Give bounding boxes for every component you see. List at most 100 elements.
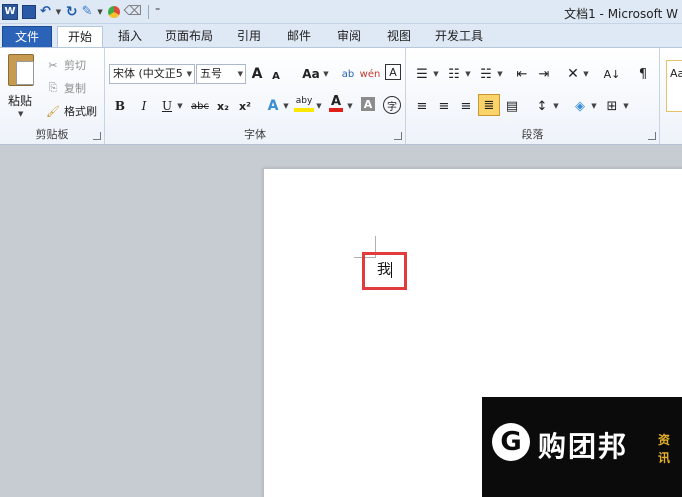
- font-size-combo[interactable]: 五号 ▼: [196, 64, 246, 84]
- save-icon[interactable]: [22, 5, 36, 19]
- watermark-sub-2: 讯: [658, 451, 671, 465]
- align-center-icon[interactable]: ≡: [436, 96, 452, 116]
- word-app-icon[interactable]: W: [2, 4, 18, 20]
- highlight-button[interactable]: aby: [294, 94, 314, 112]
- clipboard-group: 粘贴 ▼ ✂ 剪切 ⎘ 复制 🖌 格式刷 剪贴板: [0, 48, 105, 144]
- character-border-button[interactable]: A: [385, 64, 401, 80]
- color-circle-icon[interactable]: [107, 6, 120, 18]
- change-case-dropdown-icon[interactable]: ▼: [322, 64, 330, 84]
- tab-developer[interactable]: 开发工具: [428, 26, 490, 48]
- tab-references[interactable]: 引用: [228, 26, 270, 48]
- undo-icon[interactable]: ↶: [40, 4, 51, 20]
- highlight-dropdown-icon[interactable]: ▼: [315, 96, 323, 116]
- cut-label: 剪切: [64, 59, 86, 72]
- font-color-button[interactable]: A: [329, 94, 343, 112]
- numbering-icon[interactable]: ☷: [446, 64, 462, 84]
- paragraph-group-label: 段落: [521, 128, 544, 141]
- font-size-dropdown-icon: ▼: [237, 70, 243, 78]
- italic-button[interactable]: I: [137, 96, 151, 116]
- paste-dropdown-icon[interactable]: ▼: [18, 110, 23, 118]
- font-launcher-icon[interactable]: [394, 132, 402, 140]
- font-name-combo[interactable]: 宋体 (中文正5 ▼: [109, 64, 195, 84]
- shading-dropdown-icon[interactable]: ▼: [590, 96, 598, 116]
- tab-file[interactable]: 文件: [2, 26, 52, 48]
- underline-dropdown-icon[interactable]: ▼: [176, 96, 184, 116]
- annotation-highlight-box: [362, 252, 407, 290]
- increase-indent-icon[interactable]: ⇥: [536, 64, 552, 84]
- chinese-layout-icon[interactable]: ✕: [564, 64, 582, 84]
- borders-dropdown-icon[interactable]: ▼: [622, 96, 630, 116]
- paste-button-label[interactable]: 粘贴: [8, 92, 32, 109]
- borders-icon[interactable]: ⊞: [604, 96, 620, 116]
- qat-separator: [147, 5, 149, 19]
- scissors-icon: ✂: [48, 58, 58, 72]
- copy-button[interactable]: ⎘ 复制: [46, 79, 86, 97]
- watermark-sub-1: 资: [658, 433, 671, 447]
- underline-button[interactable]: U: [160, 96, 174, 116]
- cut-button[interactable]: ✂ 剪切: [46, 56, 86, 74]
- line-spacing-icon[interactable]: ↕: [534, 96, 550, 116]
- tab-page-layout[interactable]: 页面布局: [158, 26, 220, 48]
- grow-font-button[interactable]: A: [250, 64, 264, 84]
- font-name-value: 宋体 (中文正5: [113, 67, 183, 80]
- paint-dropdown-icon[interactable]: ▼: [97, 4, 104, 20]
- tab-home[interactable]: 开始: [57, 26, 103, 48]
- watermark-brand: 购团邦: [538, 430, 629, 463]
- format-painter-qat-icon[interactable]: ✎: [82, 4, 93, 20]
- change-case-button[interactable]: Aa: [300, 64, 322, 84]
- paste-icon[interactable]: [8, 54, 34, 86]
- multilevel-dropdown-icon[interactable]: ▼: [496, 64, 504, 84]
- paragraph-launcher-icon[interactable]: [648, 132, 656, 140]
- clipboard-group-label: 剪贴板: [35, 128, 69, 141]
- enclose-characters-button[interactable]: 字: [383, 96, 401, 114]
- tab-insert[interactable]: 插入: [107, 26, 153, 48]
- multilevel-list-icon[interactable]: ☵: [478, 64, 494, 84]
- undo-dropdown-icon[interactable]: ▼: [55, 4, 62, 20]
- repeat-icon[interactable]: ↻: [66, 4, 78, 20]
- show-marks-icon[interactable]: ¶: [636, 64, 650, 84]
- chinese-layout-dropdown-icon[interactable]: ▼: [582, 64, 590, 84]
- bullets-dropdown-icon[interactable]: ▼: [432, 64, 440, 84]
- window-title: 文档1 - Microsoft W: [564, 7, 678, 21]
- bullets-icon[interactable]: ☰: [414, 64, 430, 84]
- tab-review[interactable]: 审阅: [328, 26, 370, 48]
- decrease-indent-icon[interactable]: ⇤: [514, 64, 530, 84]
- align-left-icon[interactable]: ≡: [414, 96, 430, 116]
- ribbon: 粘贴 ▼ ✂ 剪切 ⎘ 复制 🖌 格式刷 剪贴板 宋体 (中文正5 ▼ 五号 ▼…: [0, 47, 682, 145]
- tab-view[interactable]: 视图: [378, 26, 420, 48]
- brush-icon: 🖌: [46, 104, 60, 118]
- font-color-dropdown-icon[interactable]: ▼: [346, 96, 354, 116]
- shading-icon[interactable]: ◈: [572, 96, 588, 116]
- shrink-font-button[interactable]: A: [270, 66, 282, 86]
- sort-icon[interactable]: A↓: [602, 64, 622, 84]
- bold-button[interactable]: B: [113, 96, 127, 116]
- paragraph-group: ☰ ▼ ☷ ▼ ☵ ▼ ⇤ ⇥ ✕ ▼ A↓ ¶ ≡ ≡ ≡ ≣ ▤ ↕ ▼ ◈…: [406, 48, 660, 144]
- watermark-banner: G 购团邦 资 讯: [482, 397, 682, 497]
- eraser-icon[interactable]: ⌫: [124, 4, 142, 20]
- character-shading-button[interactable]: A: [361, 97, 375, 111]
- font-size-value: 五号: [200, 67, 222, 80]
- phonetic-guide-button[interactable]: wén: [359, 64, 381, 84]
- clear-formatting-button[interactable]: ab: [339, 64, 357, 84]
- customize-qat-icon[interactable]: ⁼: [155, 4, 160, 20]
- format-painter-button[interactable]: 🖌 格式刷: [46, 102, 97, 120]
- text-effects-button[interactable]: A: [265, 96, 281, 116]
- quick-access-toolbar: W ↶ ▼ ↻ ✎ ▼ ⌫ ⁼: [2, 3, 160, 21]
- subscript-button[interactable]: x₂: [215, 96, 231, 116]
- line-spacing-dropdown-icon[interactable]: ▼: [552, 96, 560, 116]
- text-effects-dropdown-icon[interactable]: ▼: [282, 96, 290, 116]
- superscript-button[interactable]: x²: [237, 96, 253, 116]
- distributed-icon[interactable]: ▤: [504, 96, 520, 116]
- copy-icon: ⎘: [48, 81, 58, 94]
- justify-icon[interactable]: ≣: [478, 94, 500, 116]
- clipboard-launcher-icon[interactable]: [93, 132, 101, 140]
- tab-mailings[interactable]: 邮件: [278, 26, 320, 48]
- numbering-dropdown-icon[interactable]: ▼: [464, 64, 472, 84]
- format-painter-label: 格式刷: [64, 105, 97, 118]
- font-group: 宋体 (中文正5 ▼ 五号 ▼ A A Aa ▼ ab wén A B I U …: [105, 48, 406, 144]
- style-normal-swatch[interactable]: Aa: [666, 60, 682, 112]
- align-right-icon[interactable]: ≡: [458, 96, 474, 116]
- strikethrough-button[interactable]: abc: [189, 96, 211, 116]
- ribbon-tabs: 文件 开始 插入 页面布局 引用 邮件 审阅 视图 开发工具: [0, 24, 682, 48]
- styles-group: Aa: [660, 48, 682, 144]
